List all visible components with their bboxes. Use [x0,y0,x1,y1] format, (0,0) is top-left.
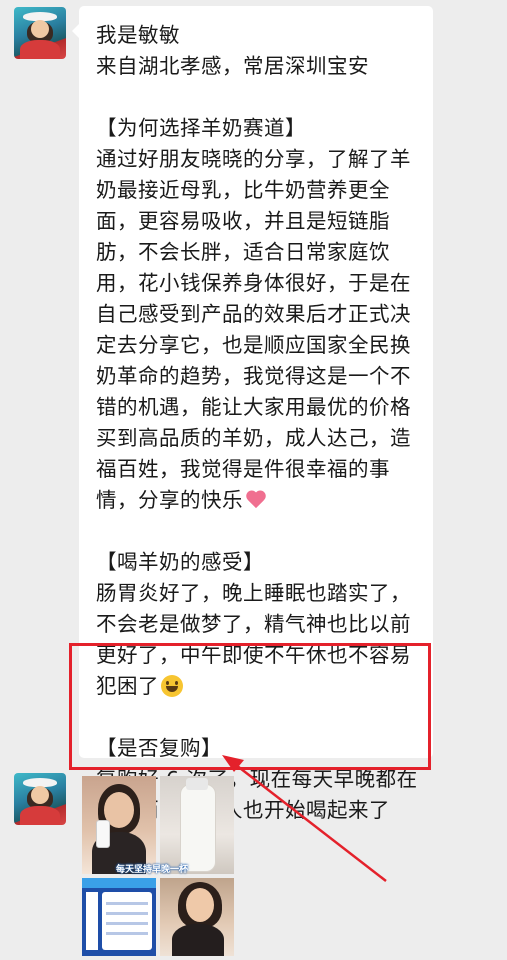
annotation-arrow-icon [222,755,387,882]
photo-thumbnail[interactable] [160,776,234,874]
photo-thumbnail[interactable] [82,878,156,956]
image-caption: 每天坚持早晚一杯 [116,865,189,875]
photo-thumbnail[interactable] [82,776,156,874]
photo-thumbnail[interactable] [160,878,234,956]
image-grid-message[interactable]: 每天坚持早晚一杯 [82,776,234,956]
sender-avatar[interactable] [14,773,66,825]
